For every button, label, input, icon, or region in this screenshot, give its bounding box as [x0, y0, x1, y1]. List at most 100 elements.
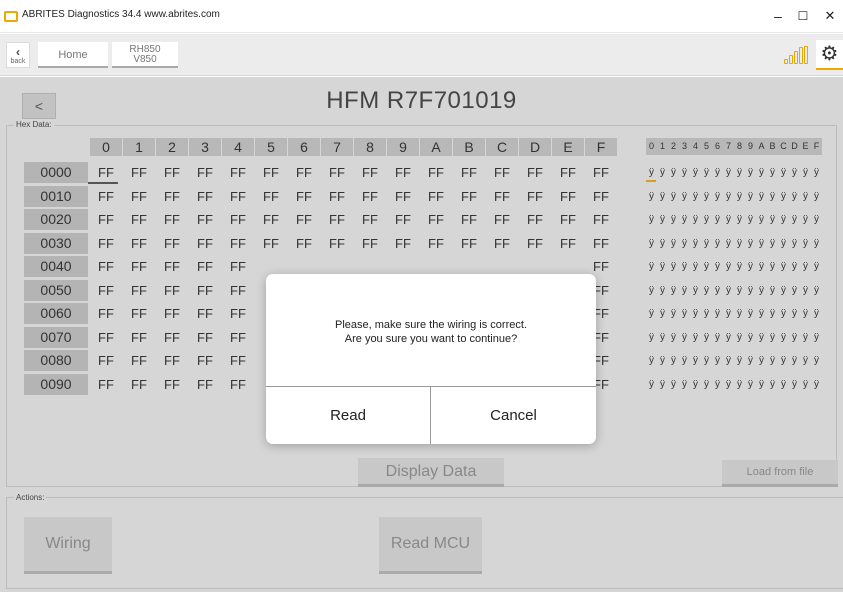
hex-byte-cell[interactable]: FF — [156, 350, 188, 371]
hex-byte-cell[interactable]: FF — [90, 186, 122, 207]
ascii-char-cell[interactable]: ÿ — [745, 233, 756, 254]
hex-byte-cell[interactable]: FF — [288, 162, 320, 183]
hex-byte-cell[interactable]: FF — [585, 233, 617, 254]
ascii-char-cell[interactable]: ÿ — [756, 327, 767, 348]
ascii-char-cell[interactable]: ÿ — [723, 374, 734, 395]
hex-byte-cell[interactable]: FF — [486, 209, 518, 230]
hex-byte-cell[interactable]: FF — [123, 303, 155, 324]
nav-back-button[interactable]: ‹ back — [6, 42, 30, 68]
ascii-char-cell[interactable]: ÿ — [646, 256, 657, 277]
ascii-char-cell[interactable]: ÿ — [712, 233, 723, 254]
ascii-char-cell[interactable]: ÿ — [745, 280, 756, 301]
hex-byte-cell[interactable]: FF — [255, 209, 287, 230]
hex-byte-cell[interactable]: FF — [222, 162, 254, 183]
ascii-char-cell[interactable]: ÿ — [668, 327, 679, 348]
hex-byte-cell[interactable]: FF — [123, 256, 155, 277]
ascii-char-cell[interactable]: ÿ — [690, 162, 701, 183]
hex-byte-cell[interactable]: FF — [90, 162, 122, 183]
ascii-char-cell[interactable]: ÿ — [723, 327, 734, 348]
ascii-char-cell[interactable]: ÿ — [800, 256, 811, 277]
ascii-char-cell[interactable]: ÿ — [767, 209, 778, 230]
ascii-char-cell[interactable]: ÿ — [778, 233, 789, 254]
ascii-char-cell[interactable]: ÿ — [778, 303, 789, 324]
hex-byte-cell[interactable]: FF — [255, 186, 287, 207]
hex-byte-cell[interactable]: FF — [552, 162, 584, 183]
cancel-button[interactable]: Cancel — [431, 387, 596, 444]
hex-byte-cell[interactable]: FF — [189, 303, 221, 324]
ascii-char-cell[interactable]: ÿ — [734, 303, 745, 324]
ascii-char-cell[interactable]: ÿ — [745, 374, 756, 395]
ascii-char-cell[interactable]: ÿ — [789, 280, 800, 301]
hex-byte-cell[interactable]: FF — [420, 209, 452, 230]
ascii-char-cell[interactable]: ÿ — [679, 186, 690, 207]
ascii-char-cell[interactable]: ÿ — [789, 327, 800, 348]
ascii-char-cell[interactable]: ÿ — [800, 303, 811, 324]
read-button[interactable]: Read — [266, 387, 430, 444]
ascii-char-cell[interactable]: ÿ — [679, 374, 690, 395]
ascii-char-cell[interactable]: ÿ — [767, 233, 778, 254]
ascii-char-cell[interactable]: ÿ — [712, 280, 723, 301]
ascii-char-cell[interactable]: ÿ — [745, 186, 756, 207]
ascii-char-cell[interactable]: ÿ — [778, 327, 789, 348]
ascii-char-cell[interactable]: ÿ — [701, 209, 712, 230]
ascii-char-cell[interactable]: ÿ — [657, 162, 668, 183]
ascii-char-cell[interactable]: ÿ — [800, 280, 811, 301]
ascii-char-cell[interactable]: ÿ — [756, 186, 767, 207]
hex-byte-cell[interactable]: FF — [255, 162, 287, 183]
hex-byte-cell[interactable]: FF — [90, 327, 122, 348]
ascii-char-cell[interactable]: ÿ — [734, 256, 745, 277]
hex-byte-cell[interactable]: FF — [156, 327, 188, 348]
hex-byte-cell[interactable]: FF — [354, 186, 386, 207]
hex-byte-cell[interactable]: FF — [387, 233, 419, 254]
ascii-char-cell[interactable]: ÿ — [756, 209, 767, 230]
ascii-char-cell[interactable]: ÿ — [712, 327, 723, 348]
hex-byte-cell[interactable]: FF — [222, 303, 254, 324]
ascii-char-cell[interactable]: ÿ — [701, 256, 712, 277]
ascii-char-cell[interactable]: ÿ — [712, 256, 723, 277]
ascii-char-cell[interactable]: ÿ — [811, 256, 822, 277]
hex-byte-cell[interactable]: FF — [123, 374, 155, 395]
hex-byte-cell[interactable]: FF — [420, 233, 452, 254]
ascii-char-cell[interactable]: ÿ — [646, 186, 657, 207]
display-data-button[interactable]: Display Data — [358, 458, 504, 487]
ascii-char-cell[interactable]: ÿ — [811, 186, 822, 207]
ascii-char-cell[interactable]: ÿ — [789, 209, 800, 230]
hex-byte-cell[interactable]: FF — [222, 327, 254, 348]
hex-byte-cell[interactable]: FF — [453, 233, 485, 254]
ascii-char-cell[interactable]: ÿ — [767, 327, 778, 348]
ascii-char-cell[interactable]: ÿ — [668, 209, 679, 230]
ascii-char-cell[interactable]: ÿ — [723, 350, 734, 371]
hex-byte-cell[interactable]: FF — [387, 186, 419, 207]
ascii-char-cell[interactable]: ÿ — [778, 186, 789, 207]
ascii-char-cell[interactable]: ÿ — [701, 303, 712, 324]
hex-byte-cell[interactable]: FF — [387, 162, 419, 183]
ascii-char-cell[interactable]: ÿ — [712, 374, 723, 395]
ascii-char-cell[interactable]: ÿ — [778, 209, 789, 230]
ascii-char-cell[interactable]: ÿ — [811, 233, 822, 254]
hex-byte-cell[interactable]: FF — [222, 256, 254, 277]
hex-byte-cell[interactable]: FF — [222, 233, 254, 254]
ascii-char-cell[interactable]: ÿ — [668, 186, 679, 207]
ascii-char-cell[interactable]: ÿ — [668, 256, 679, 277]
ascii-char-cell[interactable]: ÿ — [756, 374, 767, 395]
ascii-char-cell[interactable]: ÿ — [701, 374, 712, 395]
hex-byte-cell[interactable]: FF — [222, 374, 254, 395]
hex-byte-cell[interactable]: FF — [486, 186, 518, 207]
hex-byte-cell[interactable]: FF — [354, 233, 386, 254]
hex-byte-cell[interactable]: FF — [189, 374, 221, 395]
ascii-char-cell[interactable]: ÿ — [679, 162, 690, 183]
ascii-char-cell[interactable]: ÿ — [767, 350, 778, 371]
ascii-char-cell[interactable]: ÿ — [767, 303, 778, 324]
hex-byte-cell[interactable]: FF — [585, 186, 617, 207]
ascii-char-cell[interactable]: ÿ — [657, 350, 668, 371]
ascii-char-cell[interactable]: ÿ — [668, 303, 679, 324]
hex-byte-cell[interactable]: FF — [420, 186, 452, 207]
ascii-char-cell[interactable]: ÿ — [657, 209, 668, 230]
hex-byte-cell[interactable]: FF — [156, 209, 188, 230]
ascii-char-cell[interactable]: ÿ — [756, 350, 767, 371]
ascii-char-cell[interactable]: ÿ — [800, 350, 811, 371]
ascii-char-cell[interactable]: ÿ — [701, 350, 712, 371]
ascii-char-cell[interactable]: ÿ — [690, 374, 701, 395]
ascii-char-cell[interactable]: ÿ — [712, 162, 723, 183]
ascii-char-cell[interactable]: ÿ — [679, 256, 690, 277]
